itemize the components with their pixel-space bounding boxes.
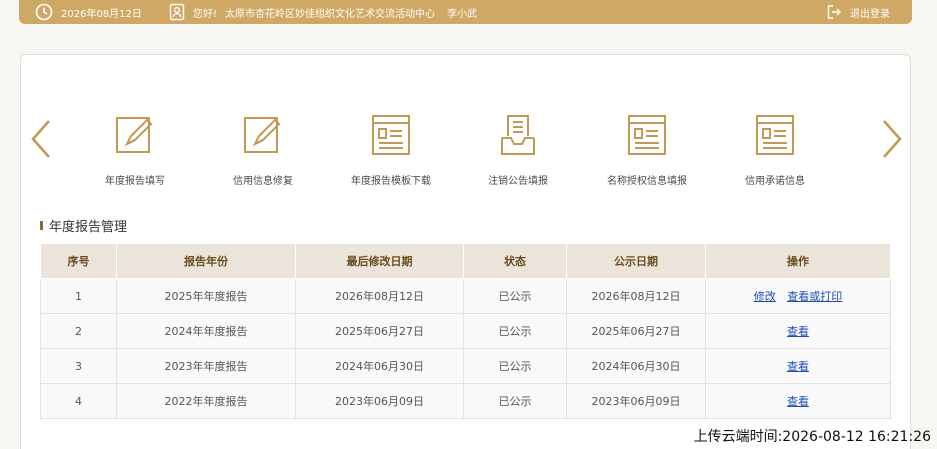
row-year: 2022年年度报告 (116, 383, 296, 419)
row-actions: 查看 (705, 313, 891, 349)
nav-name-authorization[interactable]: 名称授权信息填报 (587, 112, 707, 187)
section-marker (40, 221, 43, 230)
document-panel-icon (371, 112, 411, 156)
user-badge-icon (169, 3, 185, 21)
annual-report-table: 序号 报告年份 最后修改日期 状态 公示日期 操作 1 2025年年度报告 20… (40, 243, 891, 419)
nav-label: 信用信息修复 (233, 176, 293, 187)
nav-template-download[interactable]: 年度报告模板下载 (331, 112, 451, 187)
row-index: 2 (40, 313, 117, 349)
row-year: 2024年年度报告 (116, 313, 296, 349)
user-name: 李小武 (447, 8, 478, 20)
upload-timestamp: 上传云端时间:2026-08-12 16:21:26 (693, 429, 931, 445)
carousel-next-button[interactable] (880, 118, 904, 160)
document-panel-icon (755, 112, 795, 156)
row-actions: 查看 (705, 383, 891, 419)
row-index: 1 (40, 278, 117, 314)
view-link[interactable]: 查看 (787, 325, 809, 338)
nav-label: 名称授权信息填报 (607, 176, 687, 187)
top-bar: 2026年08月12日 您好! 太原市杏花岭区妙佳组织文化艺术交流活动中心 李小… (19, 0, 912, 24)
row-status: 已公示 (463, 313, 567, 349)
organization-name: 太原市杏花岭区妙佳组织文化艺术交流活动中心 (225, 8, 436, 20)
row-year: 2025年年度报告 (116, 278, 296, 314)
row-modified: 2026年08月12日 (295, 278, 464, 314)
row-status: 已公示 (463, 278, 567, 314)
row-index: 4 (40, 383, 117, 419)
table-header-row: 序号 报告年份 最后修改日期 状态 公示日期 操作 (40, 243, 891, 279)
nav-credit-commitment[interactable]: 信用承诺信息 (715, 112, 835, 187)
view-link[interactable]: 查看 (787, 360, 809, 373)
col-header-actions: 操作 (705, 243, 891, 279)
col-header-modified: 最后修改日期 (295, 243, 464, 279)
col-header-index: 序号 (40, 243, 117, 279)
col-header-published: 公示日期 (566, 243, 706, 279)
nav-annual-report-fill[interactable]: 年度报告填写 (75, 112, 195, 187)
col-header-status: 状态 (463, 243, 567, 279)
view-link[interactable]: 查看 (787, 395, 809, 408)
nav-cancellation-notice[interactable]: 注销公告填报 (458, 112, 578, 187)
row-modified: 2023年06月09日 (295, 383, 464, 419)
logout-label: 退出登录 (850, 8, 890, 20)
carousel-prev-button[interactable] (29, 118, 53, 160)
nav-credit-repair[interactable]: 信用信息修复 (203, 112, 323, 187)
inbox-tray-icon (498, 112, 538, 156)
nav-label: 年度报告填写 (105, 176, 165, 187)
section-title: 年度报告管理 (40, 216, 127, 235)
table-row: 3 2023年年度报告 2024年06月30日 已公示 2024年06月30日 … (40, 348, 891, 384)
edit-link[interactable]: 修改 (754, 290, 776, 303)
row-published: 2024年06月30日 (566, 348, 706, 384)
table-row: 4 2022年年度报告 2023年06月09日 已公示 2023年06月09日 … (40, 383, 891, 419)
clock-icon (35, 3, 53, 21)
row-published: 2026年08月12日 (566, 278, 706, 314)
row-status: 已公示 (463, 348, 567, 384)
chevron-left-icon (29, 118, 53, 160)
row-status: 已公示 (463, 383, 567, 419)
row-modified: 2025年06月27日 (295, 313, 464, 349)
logout-icon (826, 4, 842, 20)
row-published: 2025年06月27日 (566, 313, 706, 349)
nav-label: 年度报告模板下载 (351, 176, 431, 187)
edit-form-icon (243, 112, 283, 156)
row-modified: 2024年06月30日 (295, 348, 464, 384)
nav-label: 注销公告填报 (488, 176, 548, 187)
row-published: 2023年06月09日 (566, 383, 706, 419)
row-actions: 修改 查看或打印 (705, 278, 891, 314)
chevron-right-icon (880, 118, 904, 160)
greeting-text: 您好! (193, 8, 218, 20)
current-date: 2026年08月12日 (61, 8, 142, 20)
row-actions: 查看 (705, 348, 891, 384)
row-year: 2023年年度报告 (116, 348, 296, 384)
section-title-text: 年度报告管理 (49, 220, 128, 235)
view-print-link[interactable]: 查看或打印 (787, 290, 842, 303)
date-area: 2026年08月12日 (35, 0, 142, 24)
nav-label: 信用承诺信息 (745, 176, 805, 187)
table-row: 1 2025年年度报告 2026年08月12日 已公示 2026年08月12日 … (40, 278, 891, 314)
logout-button[interactable]: 退出登录 (826, 0, 890, 24)
col-header-year: 报告年份 (116, 243, 296, 279)
table-row: 2 2024年年度报告 2025年06月27日 已公示 2025年06月27日 … (40, 313, 891, 349)
edit-form-icon (115, 112, 155, 156)
user-area: 您好! 太原市杏花岭区妙佳组织文化艺术交流活动中心 李小武 (169, 0, 477, 24)
document-panel-icon (627, 112, 667, 156)
row-index: 3 (40, 348, 117, 384)
